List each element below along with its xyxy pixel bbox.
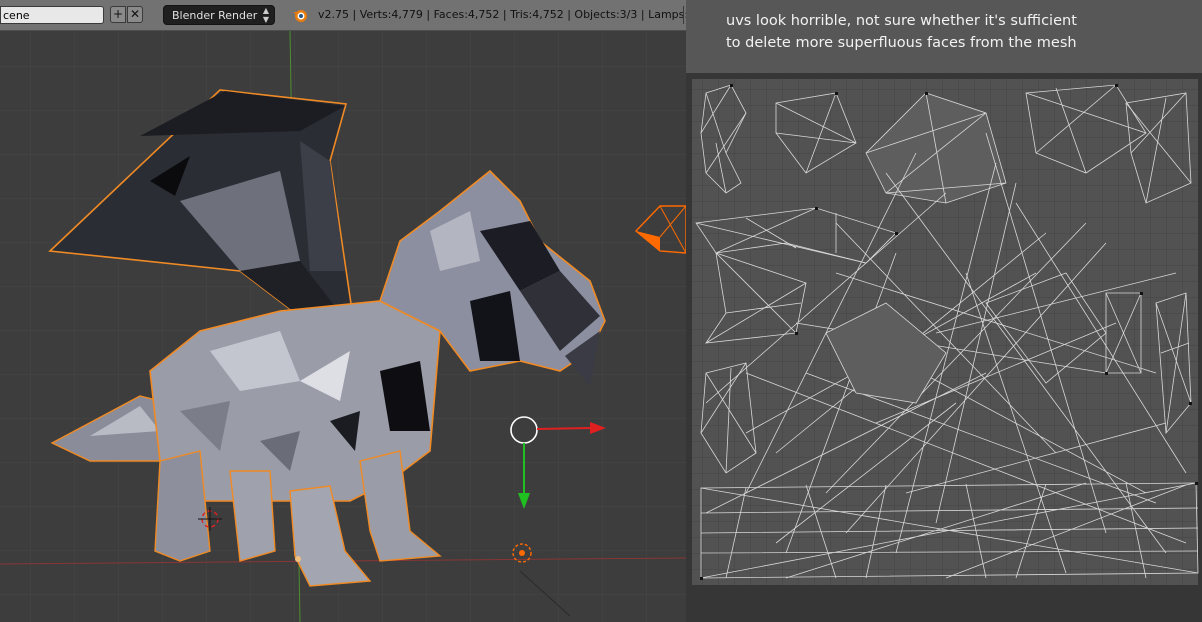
blender-logo-icon: [293, 10, 307, 22]
dropdown-arrows-icon: ▲ ▼: [262, 6, 269, 24]
annotation-panel: uvs look horrible, not sure whether it's…: [686, 0, 1202, 622]
note-line-2: to delete more superfluous faces from th…: [726, 35, 1077, 51]
info-header: cene + ✕ Blender Render ▲ ▼ v2.75 | Verts…: [0, 0, 713, 31]
scene-statistics: v2.75 | Verts:4,779 | Faces:4,752 | Tris…: [318, 8, 713, 21]
uv-image-editor[interactable]: [686, 73, 1202, 622]
header-separator: [683, 6, 684, 24]
scene-name-field[interactable]: cene: [0, 6, 104, 24]
annotation-note: uvs look horrible, not sure whether it's…: [686, 0, 1202, 73]
delete-scene-button[interactable]: ✕: [127, 6, 143, 23]
plus-icon: +: [112, 7, 124, 21]
close-x-icon: ✕: [129, 7, 141, 21]
add-scene-button[interactable]: +: [110, 6, 126, 23]
render-engine-label: Blender Render: [172, 9, 258, 22]
render-engine-dropdown[interactable]: Blender Render ▲ ▼: [163, 5, 275, 25]
3d-viewport[interactable]: [0, 31, 686, 622]
note-line-1: uvs look horrible, not sure whether it's…: [726, 13, 1077, 29]
